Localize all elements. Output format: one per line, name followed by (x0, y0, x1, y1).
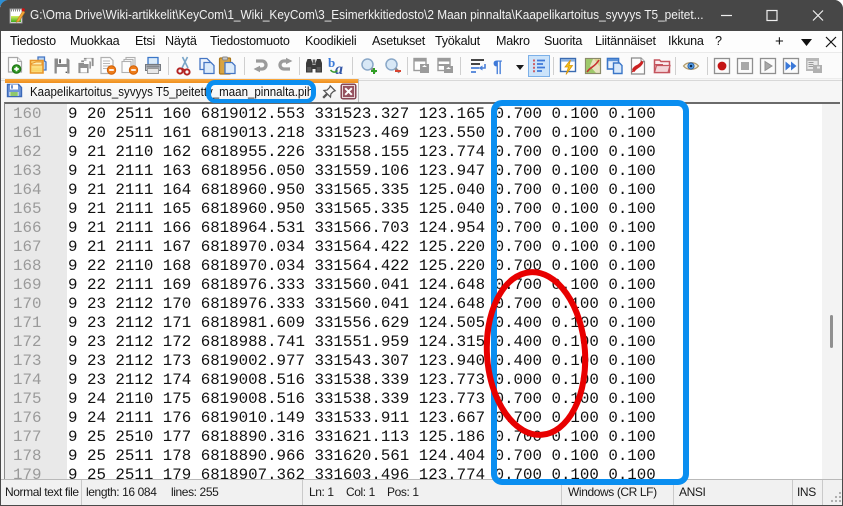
svg-text:a: a (335, 61, 343, 76)
svg-text:¶: ¶ (493, 57, 502, 76)
